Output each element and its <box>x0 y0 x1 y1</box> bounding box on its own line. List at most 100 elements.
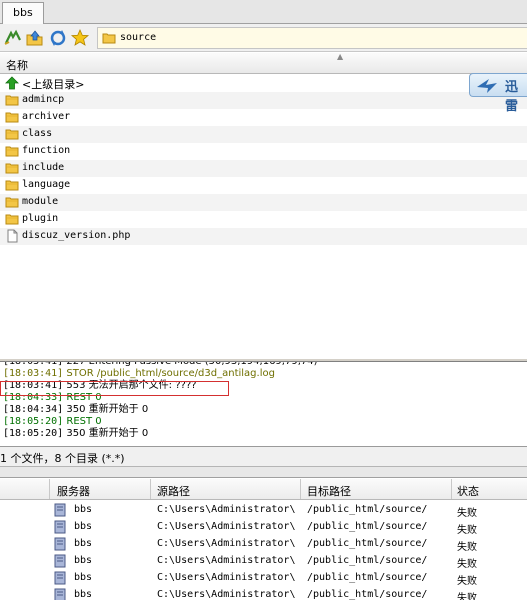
log-timestamp: [18:05:20] <box>3 428 64 439</box>
queue-cell-status: 失败 <box>457 593 477 600</box>
column-server-header[interactable]: 服务器 <box>57 483 90 499</box>
log-timestamp: [18:04:34] <box>3 404 64 415</box>
queue-cell-source: C:\Users\Administrator\ <box>157 504 296 515</box>
file-name: class <box>22 128 53 139</box>
folder-icon <box>5 127 19 141</box>
folder-row[interactable]: archiver <box>0 109 527 126</box>
server-icon <box>54 554 66 571</box>
folder-row[interactable]: include <box>0 160 527 177</box>
queue-cell-target: /public_html/source/ <box>307 589 428 600</box>
queue-cell-source: C:\Users\Administrator\ <box>157 538 296 549</box>
queue-cell-server: bbs <box>74 538 93 549</box>
folder-icon <box>5 178 19 192</box>
folder-row[interactable]: function <box>0 143 527 160</box>
file-name: language <box>22 179 71 190</box>
server-icon <box>54 588 66 600</box>
folder-row[interactable]: class <box>0 126 527 143</box>
refresh-icon[interactable] <box>3 28 23 48</box>
queue-cell-status: 失败 <box>457 576 477 587</box>
queue-cell-server: bbs <box>74 589 93 600</box>
queue-cell-server: bbs <box>74 504 93 515</box>
log-line: [18:05:20] REST 0 <box>3 416 102 428</box>
folder-row[interactable]: module <box>0 194 527 211</box>
path-text: source <box>120 32 157 43</box>
file-name: archiver <box>22 111 71 122</box>
column-source-header[interactable]: 源路径 <box>157 483 190 499</box>
log-timestamp: [18:03:41] <box>3 362 63 367</box>
file-name: module <box>22 196 59 207</box>
queue-cell-source: C:\Users\Administrator\ <box>157 572 296 583</box>
queue-row[interactable]: bbs C:\Users\Administrator\ /public_html/s… <box>0 570 527 587</box>
up-arrow-icon <box>5 76 19 90</box>
queue-row[interactable]: bbs C:\Users\Administrator\ /public_html/s… <box>0 536 527 553</box>
folder-icon <box>5 110 19 124</box>
column-target-header[interactable]: 目标路径 <box>307 483 351 499</box>
folder-icon <box>102 31 116 48</box>
server-icon <box>54 520 66 537</box>
log-message: 350 重新开始于 0 <box>66 404 149 415</box>
file-name: discuz_version.php <box>22 230 131 241</box>
queue-row[interactable]: bbs C:\Users\Administrator\ /public_html/s… <box>0 587 527 600</box>
file-list-header[interactable]: 名称 ▲ <box>0 52 527 74</box>
parent-directory-label: <上级目录> <box>22 78 85 91</box>
folder-icon <box>5 195 19 209</box>
folder-icon <box>5 144 19 158</box>
queue-cell-status: 失败 <box>457 559 477 570</box>
queue-cell-status: 失败 <box>457 525 477 536</box>
column-name-header[interactable]: 名称 <box>6 57 28 73</box>
queue-header: 服务器 源路径 目标路径 状态 <box>0 479 527 500</box>
queue-cell-source: C:\Users\Administrator\ <box>157 521 296 532</box>
log-panel: [18:03:41] 227 Entering Passive Mode (50… <box>0 362 527 446</box>
tab-bbs[interactable]: bbs <box>2 2 44 25</box>
tab-label: bbs <box>13 6 33 19</box>
status-bar: 1 个文件，8 个目录 (*.*) <box>0 446 527 467</box>
file-row[interactable]: discuz_version.php <box>0 228 527 245</box>
queue-cell-server: bbs <box>74 555 93 566</box>
error-highlight-box <box>0 381 229 396</box>
queue-row[interactable]: bbs C:\Users\Administrator\ /public_html/s… <box>0 519 527 536</box>
queue-cell-target: /public_html/source/ <box>307 555 428 566</box>
sync-icon[interactable] <box>48 28 68 48</box>
log-message: 227 Entering Passive Mode (50,93,194,169… <box>66 362 317 367</box>
parent-directory-row[interactable]: <上级目录> <box>0 75 527 92</box>
queue-cell-server: bbs <box>74 572 93 583</box>
tab-strip: bbs <box>0 0 527 25</box>
sort-ascending-icon: ▲ <box>337 52 344 61</box>
queue-cell-status: 失败 <box>457 542 477 553</box>
folder-row[interactable]: admincp <box>0 92 527 109</box>
xunlei-bird-icon <box>475 77 499 98</box>
log-timestamp: [18:03:41] <box>3 368 64 379</box>
queue-cell-target: /public_html/source/ <box>307 504 428 515</box>
transfer-queue: bbs C:\Users\Administrator\ /public_html/s… <box>0 500 527 600</box>
queue-cell-server: bbs <box>74 521 93 532</box>
splitter[interactable] <box>0 467 527 478</box>
file-name: plugin <box>22 213 59 224</box>
up-folder-icon[interactable] <box>25 28 45 48</box>
file-name: include <box>22 162 65 173</box>
queue-row[interactable]: bbs C:\Users\Administrator\ /public_html/s… <box>0 502 527 519</box>
xunlei-text: 迅雷 <box>505 80 519 114</box>
queue-cell-target: /public_html/source/ <box>307 572 428 583</box>
file-name: function <box>22 145 71 156</box>
queue-cell-status: 失败 <box>457 508 477 519</box>
path-input[interactable]: source <box>97 27 527 49</box>
file-name: admincp <box>22 94 65 105</box>
queue-row[interactable]: bbs C:\Users\Administrator\ /public_html/s… <box>0 553 527 570</box>
queue-cell-source: C:\Users\Administrator\ <box>157 589 296 600</box>
folder-row[interactable]: plugin <box>0 211 527 228</box>
server-icon <box>54 503 66 520</box>
log-message: 350 重新开始于 0 <box>66 428 149 439</box>
column-status-header[interactable]: 状态 <box>457 483 479 499</box>
log-message: STOR /public_html/source/d3d_antilag.log <box>66 368 275 379</box>
log-line: [18:05:20] 350 重新开始于 0 <box>3 428 148 440</box>
folder-row[interactable]: language <box>0 177 527 194</box>
favorites-star-icon[interactable] <box>70 28 90 48</box>
log-message: REST 0 <box>66 416 102 427</box>
xunlei-promo[interactable]: 迅雷 <box>469 73 527 114</box>
folder-icon <box>5 93 19 107</box>
log-timestamp: [18:05:20] <box>3 416 64 427</box>
queue-cell-target: /public_html/source/ <box>307 538 428 549</box>
log-line: [18:03:41] STOR /public_html/source/d3d_… <box>3 368 275 380</box>
file-icon <box>5 229 19 243</box>
queue-cell-source: C:\Users\Administrator\ <box>157 555 296 566</box>
